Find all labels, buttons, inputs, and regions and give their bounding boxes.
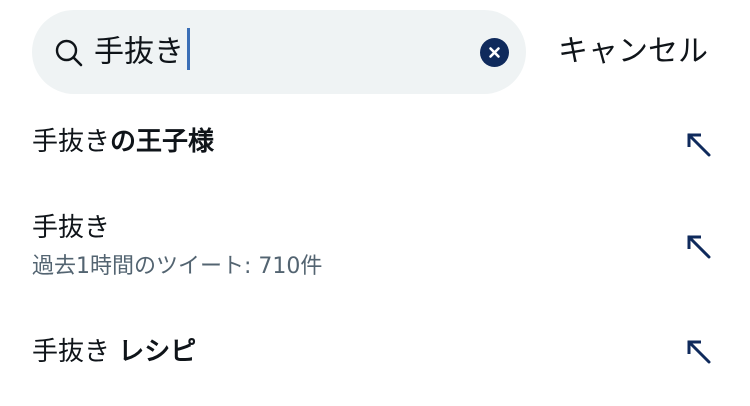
suggestion-item[interactable]: 手抜き レシピ: [0, 320, 750, 384]
suggestion-prefix: 手抜き: [32, 127, 111, 157]
arrow-up-left-icon[interactable]: [684, 337, 714, 367]
suggestion-item[interactable]: 手抜きの王子様: [0, 112, 750, 176]
text-caret: [187, 28, 190, 70]
suggestion-prefix: 手抜き: [32, 213, 111, 243]
search-bar-row: 手抜き キャンセル: [0, 10, 750, 94]
search-input-value: 手抜き: [94, 34, 184, 70]
suggestion-item[interactable]: 手抜き 過去1時間のツイート: 710件: [0, 200, 750, 290]
search-icon: [55, 39, 83, 67]
arrow-up-left-icon[interactable]: [684, 130, 714, 160]
suggestion-tweet-count: 過去1時間のツイート: 710件: [32, 254, 323, 279]
suggestion-text: 手抜き: [32, 210, 110, 246]
search-input[interactable]: 手抜き: [94, 28, 190, 74]
suggestion-text: 手抜き レシピ: [32, 334, 196, 370]
suggestion-completion: の王子様: [110, 127, 215, 157]
clear-search-button[interactable]: [480, 38, 509, 67]
suggestion-completion: レシピ: [118, 337, 197, 367]
cancel-button[interactable]: キャンセル: [558, 32, 708, 72]
close-icon: [489, 47, 500, 58]
suggestion-prefix: 手抜き: [32, 337, 119, 367]
suggestion-text: 手抜きの王子様: [32, 124, 214, 160]
arrow-up-left-icon[interactable]: [684, 232, 714, 262]
